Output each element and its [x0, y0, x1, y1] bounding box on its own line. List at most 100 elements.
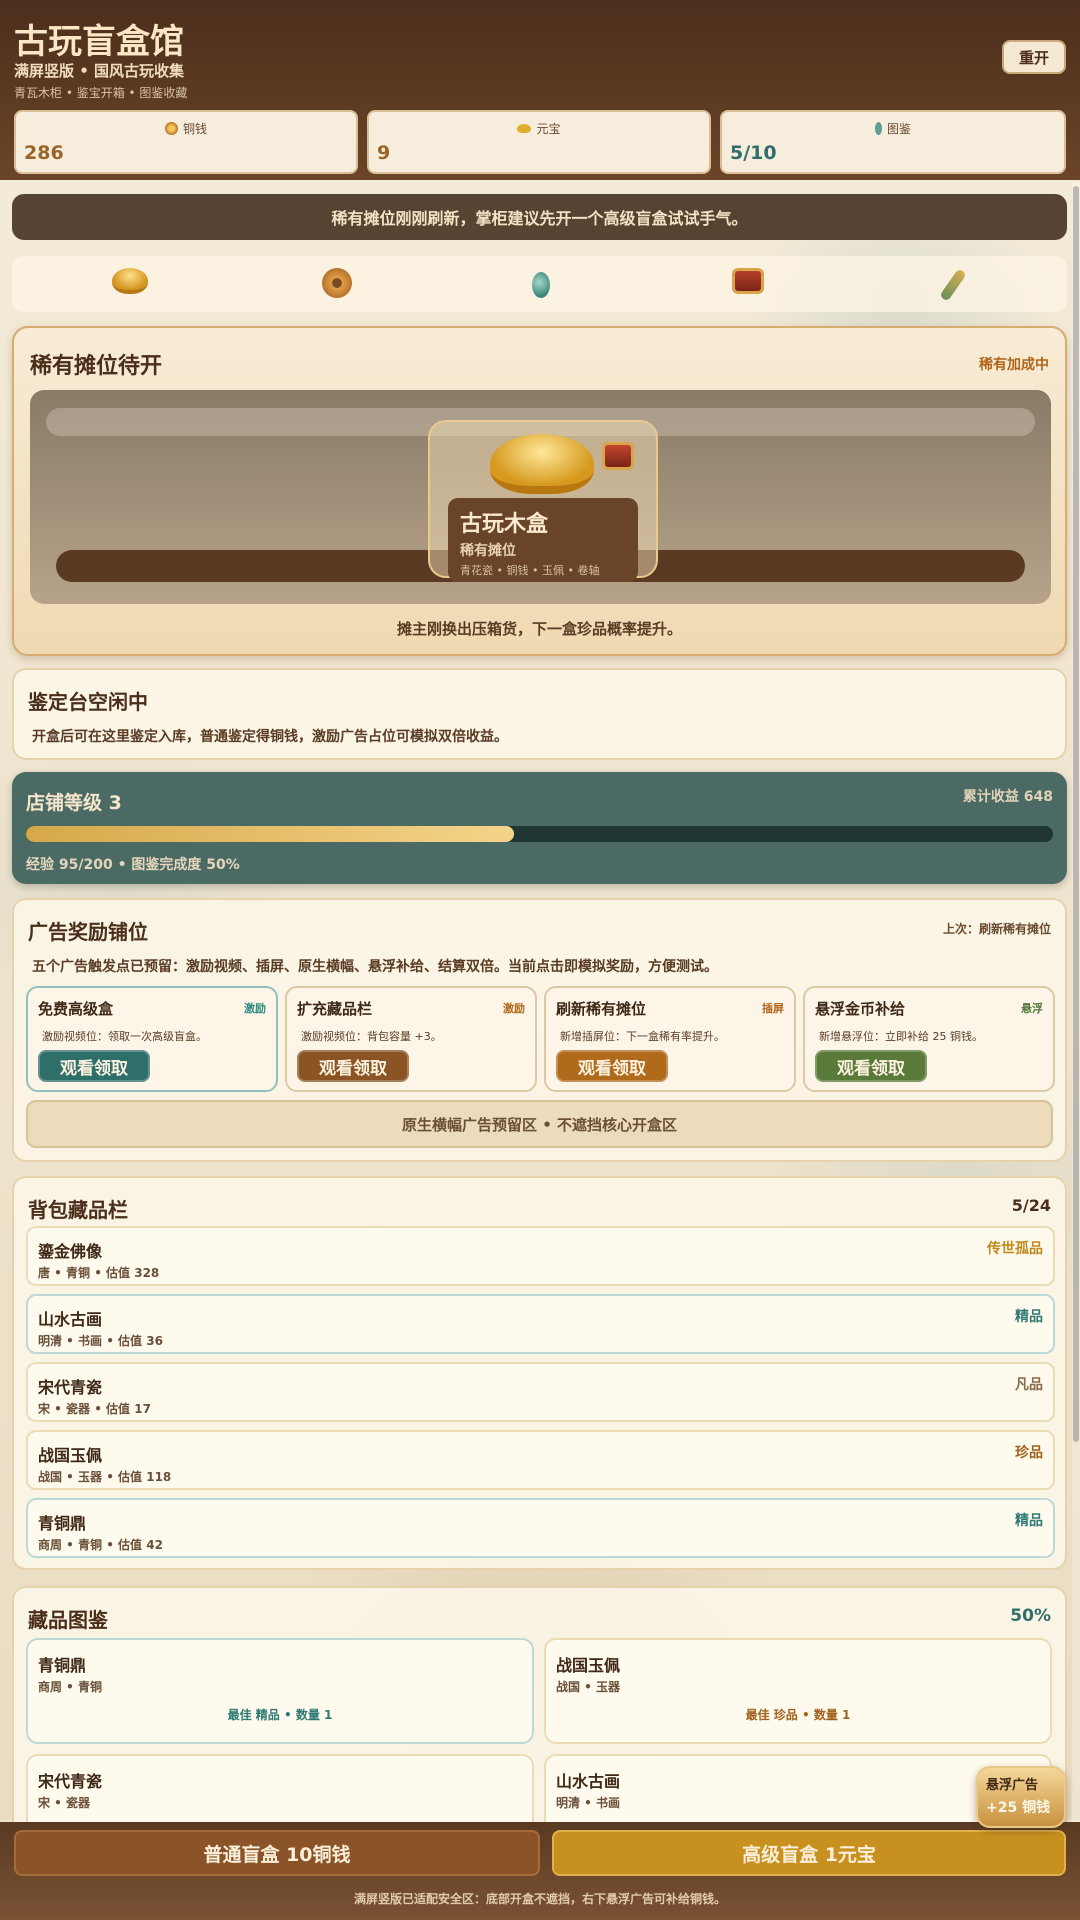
ingot-icon: [517, 124, 532, 133]
panel-title: 鉴定台空闲中: [28, 690, 148, 714]
bag-panel: 背包藏品栏 5/24 鎏金佛像 唐 • 青铜 • 估值 328 传世孤品 山水古…: [12, 1176, 1067, 1570]
app-title: 古玩盲盒馆: [14, 22, 184, 62]
ad-name: 扩充藏品栏: [297, 1000, 373, 1018]
stat-label: 图鉴: [886, 122, 911, 136]
appraisal-desc: 开盒后可在这里鉴定入库，普通鉴定得铜钱，激励广告占位可模拟双倍收益。: [32, 729, 508, 745]
codex-card[interactable]: 青铜鼎 商周 • 青铜 最佳 精品 • 数量 1: [26, 1638, 534, 1744]
bag-item[interactable]: 山水古画 明清 • 书画 • 估值 36 精品: [26, 1294, 1055, 1354]
codex-best: 最佳 珍品 • 数量 1: [745, 1708, 851, 1722]
float-ad-title: 悬浮广告: [986, 1778, 1039, 1793]
ad-desc: 激励视频位：领取一次高级盲盒。: [42, 1030, 207, 1043]
watch-ad-button[interactable]: 观看领取: [297, 1050, 409, 1082]
stat-codex: 图鉴 5/10: [720, 110, 1066, 174]
treasure-chest-icon: [602, 442, 634, 470]
appraisal-panel: 鉴定台空闲中 开盒后可在这里鉴定入库，普通鉴定得铜钱，激励广告占位可模拟双倍收益…: [12, 668, 1067, 760]
app-tagline: 青瓦木柜 • 鉴宝开箱 • 图鉴收藏: [14, 86, 188, 100]
restart-button[interactable]: 重开: [1002, 40, 1066, 74]
box-stage: 古玩木盒 稀有摊位 青花瓷 • 铜钱 • 玉佩 • 卷轴: [30, 390, 1051, 604]
panel-title: 稀有摊位待开: [30, 354, 163, 379]
rare-bonus-badge: 稀有加成中: [979, 357, 1049, 373]
shop-level-title: 店铺等级 3: [26, 792, 122, 814]
ad-card-coin-supply[interactable]: 悬浮金币补给 悬浮 新增悬浮位：立即补给 25 铜钱。 观看领取: [803, 986, 1055, 1092]
stat-value: 5/10: [730, 142, 777, 164]
safe-area-note: 满屏竖版已适配安全区：底部开盒不遮挡，右下悬浮广告可补给铜钱。: [353, 1892, 726, 1906]
box-rarity: 稀有摊位: [460, 543, 516, 559]
item-meta: 宋 • 瓷器 • 估值 17: [38, 1402, 151, 1416]
item-meta: 战国 • 玉器 • 估值 118: [38, 1470, 172, 1484]
item-grade: 凡品: [1015, 1377, 1043, 1393]
gold-ingot-icon: [490, 434, 594, 494]
codex-card[interactable]: 战国玉佩 战国 • 玉器 最佳 珍品 • 数量 1: [544, 1638, 1052, 1744]
ad-desc: 新增插屏位：下一盒稀有率提升。: [560, 1030, 725, 1043]
notice-banner: 稀有摊位刚刚刷新，掌柜建议先开一个高级盲盒试试手气。: [12, 194, 1067, 240]
bottom-action-bar: 普通盲盒 10铜钱 高级盲盒 1元宝 满屏竖版已适配安全区：底部开盒不遮挡，右下…: [0, 1822, 1080, 1920]
codex-percent: 50%: [1010, 1606, 1051, 1626]
scrollbar-thumb[interactable]: [1073, 186, 1079, 1442]
open-normal-box-button[interactable]: 普通盲盒 10铜钱: [14, 1830, 540, 1876]
item-meta: 商周 • 青铜 • 估值 42: [38, 1538, 163, 1552]
icon-strip: [12, 256, 1067, 312]
codex-name: 青铜鼎: [38, 1656, 87, 1675]
ad-desc: 激励视频位：背包容量 +3。: [301, 1030, 442, 1043]
gold-ingot-icon: [112, 268, 148, 294]
watch-ad-button[interactable]: 观看领取: [815, 1050, 927, 1082]
coin-icon: [164, 122, 178, 135]
open-premium-box-button[interactable]: 高级盲盒 1元宝: [552, 1830, 1066, 1876]
total-earnings: 累计收益 648: [962, 789, 1053, 805]
mystery-box-card[interactable]: 古玩木盒 稀有摊位 青花瓷 • 铜钱 • 玉佩 • 卷轴: [428, 420, 658, 582]
item-name: 宋代青瓷: [38, 1378, 103, 1397]
ad-name: 悬浮金币补给: [815, 1000, 906, 1018]
floating-ad-button[interactable]: 悬浮广告 +25 铜钱: [976, 1766, 1066, 1828]
jade-pendant-icon: [874, 122, 882, 135]
item-meta: 明清 • 书画 • 估值 36: [38, 1334, 163, 1348]
bag-item[interactable]: 战国玉佩 战国 • 玉器 • 估值 118 珍品: [26, 1430, 1055, 1490]
item-name: 战国玉佩: [38, 1446, 103, 1465]
item-grade: 传世孤品: [987, 1241, 1043, 1257]
rare-stall-panel: 稀有摊位待开 稀有加成中 古玩木盒 稀有摊位 青花瓷 • 铜钱 • 玉佩 • 卷…: [12, 326, 1067, 656]
ad-tag: 悬浮: [1021, 1002, 1043, 1015]
item-grade: 精品: [1015, 1513, 1043, 1529]
item-name: 青铜鼎: [38, 1514, 87, 1533]
codex-name: 战国玉佩: [556, 1656, 621, 1675]
item-name: 鎏金佛像: [38, 1242, 103, 1261]
panel-title: 广告奖励铺位: [28, 920, 148, 944]
codex-meta: 宋 • 瓷器: [38, 1796, 91, 1810]
box-contents: 青花瓷 • 铜钱 • 玉佩 • 卷轴: [460, 564, 600, 577]
codex-name: 山水古画: [556, 1772, 621, 1791]
bag-count: 5/24: [1011, 1196, 1051, 1215]
rare-caption: 摊主刚换出压箱货，下一盒珍品概率提升。: [396, 620, 682, 638]
jade-scepter-icon: [939, 268, 967, 302]
stat-ingots: 元宝 9: [367, 110, 711, 174]
ad-card-refresh-stall[interactable]: 刷新稀有摊位 插屏 新增插屏位：下一盒稀有率提升。 观看领取: [544, 986, 796, 1092]
box-info: 古玩木盒 稀有摊位 青花瓷 • 铜钱 • 玉佩 • 卷轴: [448, 498, 638, 582]
stat-coins: 铜钱 286: [14, 110, 358, 174]
ad-tag: 插屏: [762, 1002, 784, 1015]
shop-level-panel: 店铺等级 3 累计收益 648 经验 95/200 • 图鉴完成度 50%: [12, 772, 1067, 884]
item-grade: 精品: [1015, 1309, 1043, 1325]
item-grade: 珍品: [1015, 1445, 1043, 1461]
panel-title: 背包藏品栏: [28, 1198, 128, 1222]
ad-tag: 激励: [244, 1002, 266, 1015]
codex-meta: 战国 • 玉器: [556, 1680, 621, 1694]
codex-best: 最佳 精品 • 数量 1: [227, 1708, 333, 1722]
stat-label: 元宝: [536, 122, 561, 136]
bag-item[interactable]: 宋代青瓷 宋 • 瓷器 • 估值 17 凡品: [26, 1362, 1055, 1422]
bag-item[interactable]: 青铜鼎 商周 • 青铜 • 估值 42 精品: [26, 1498, 1055, 1558]
stat-value: 286: [24, 142, 64, 164]
ad-card-expand-bag[interactable]: 扩充藏品栏 激励 激励视频位：背包容量 +3。 观看领取: [285, 986, 537, 1092]
ad-reward-panel: 广告奖励铺位 上次：刷新稀有摊位 五个广告触发点已预留：激励视频、插屏、原生横幅…: [12, 898, 1067, 1162]
item-meta: 唐 • 青铜 • 估值 328: [38, 1266, 160, 1280]
ad-card-free-box[interactable]: 免费高级盒 激励 激励视频位：领取一次高级盲盒。 观看领取: [26, 986, 278, 1092]
last-ad-action: 上次：刷新稀有摊位: [942, 922, 1051, 936]
codex-name: 宋代青瓷: [38, 1772, 103, 1791]
bag-item[interactable]: 鎏金佛像 唐 • 青铜 • 估值 328 传世孤品: [26, 1226, 1055, 1286]
native-banner-slot: 原生横幅广告预留区 • 不遮挡核心开盒区: [26, 1100, 1053, 1148]
box-name: 古玩木盒: [460, 512, 549, 537]
jade-pendant-icon: [532, 272, 550, 298]
treasure-chest-icon: [732, 268, 764, 294]
ad-desc: 五个广告触发点已预留：激励视频、插屏、原生横幅、悬浮补给、结算双倍。当前点击即模…: [32, 959, 718, 975]
watch-ad-button[interactable]: 观看领取: [38, 1050, 150, 1082]
header: 古玩盲盒馆 满屏竖版 • 国风古玩收集 青瓦木柜 • 鉴宝开箱 • 图鉴收藏 重…: [0, 0, 1080, 180]
watch-ad-button[interactable]: 观看领取: [556, 1050, 668, 1082]
item-name: 山水古画: [38, 1310, 103, 1329]
